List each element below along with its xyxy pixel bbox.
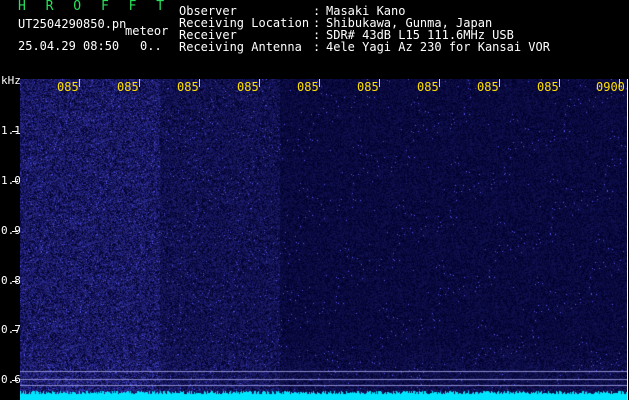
x-tick-label: 085 xyxy=(537,80,559,94)
hrofft-screen: H R O F F T UT2504290850.pn meteor 25.04… xyxy=(0,0,629,400)
y-tick-mark xyxy=(12,131,18,132)
field-label-antenna: Receiving Antenna xyxy=(179,40,302,54)
y-axis-unit: kHz xyxy=(1,74,21,87)
timestamp: 25.04.29 08:50 xyxy=(18,39,120,53)
field-value-antenna: 4ele Yagi Az 230 for Kansai VOR xyxy=(326,40,550,54)
x-tick-mark xyxy=(439,79,440,87)
field-separator: : xyxy=(313,40,321,54)
x-tick-label: 085 xyxy=(57,80,79,94)
y-tick-mark xyxy=(12,281,18,282)
x-tick-mark xyxy=(379,79,380,87)
x-tick-label: 085 xyxy=(297,80,319,94)
count-value: 0.. xyxy=(140,39,162,53)
x-tick-mark xyxy=(259,79,260,87)
x-tick-label: 085 xyxy=(237,80,259,94)
x-tick-mark xyxy=(79,79,80,87)
x-tick-label: 085 xyxy=(477,80,499,94)
x-tick-label: 085 xyxy=(357,80,379,94)
filename: UT2504290850.pn xyxy=(18,17,127,31)
x-tick-mark xyxy=(499,79,500,87)
y-tick-mark xyxy=(12,181,18,182)
x-tick-mark xyxy=(199,79,200,87)
x-tick-label: 085 xyxy=(417,80,439,94)
y-tick-mark xyxy=(12,330,18,331)
frame-border xyxy=(627,79,628,400)
y-tick-mark xyxy=(12,231,18,232)
x-tick-label: 0900 xyxy=(596,80,625,94)
y-tick-mark xyxy=(12,380,18,381)
waterfall-spectrogram xyxy=(20,79,627,400)
x-tick-mark xyxy=(319,79,320,87)
x-tick-label: 085 xyxy=(117,80,139,94)
tag-label: meteor xyxy=(125,24,169,38)
app-logo: H R O F F T xyxy=(18,0,171,14)
x-tick-mark xyxy=(559,79,560,87)
x-tick-mark xyxy=(139,79,140,87)
x-tick-label: 085 xyxy=(177,80,199,94)
waterfall-canvas xyxy=(20,79,627,400)
